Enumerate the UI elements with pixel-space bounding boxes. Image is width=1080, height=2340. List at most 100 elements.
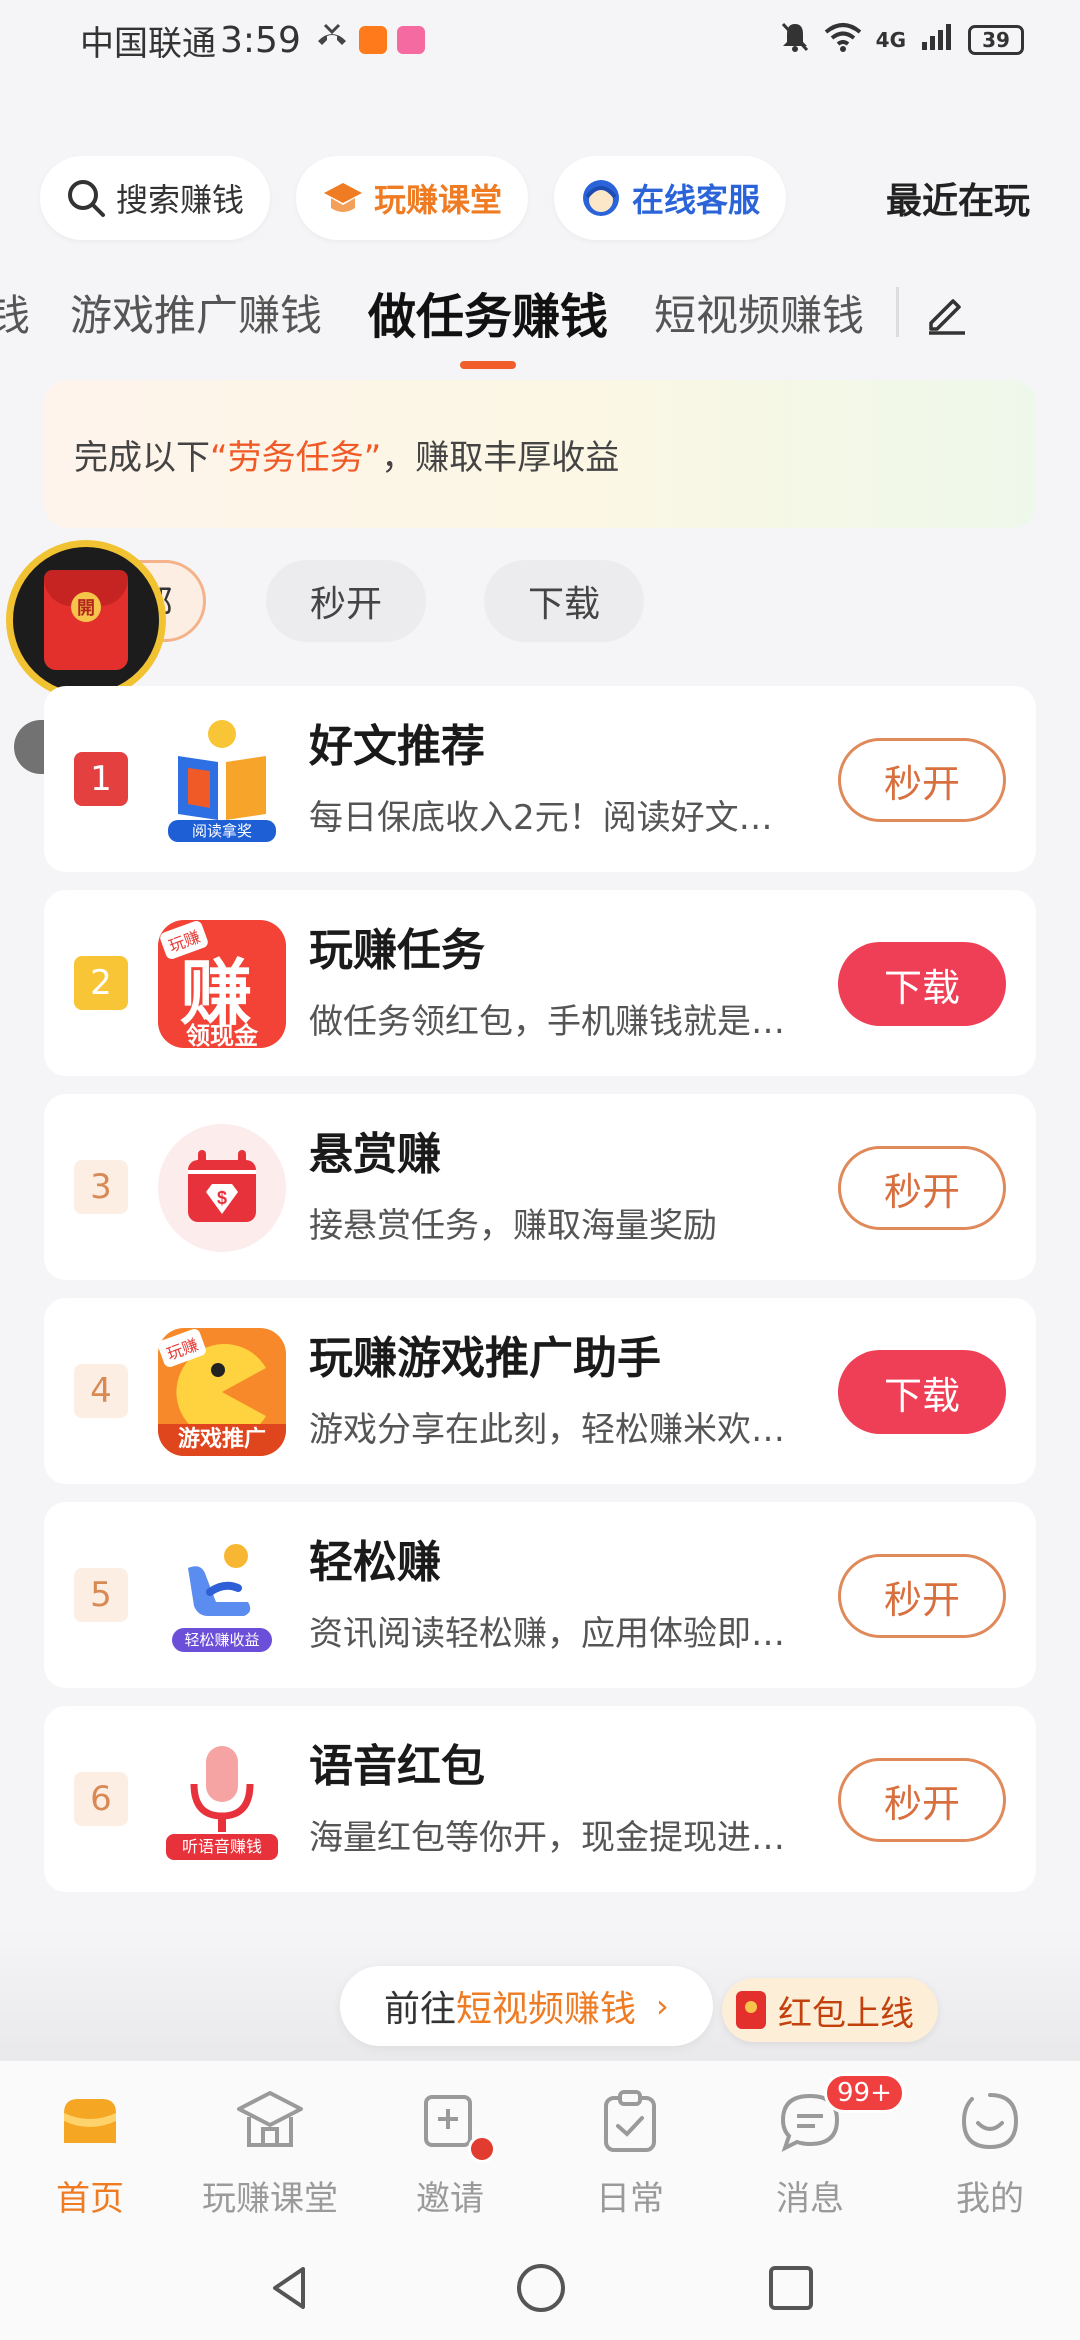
- search-earn-button[interactable]: 搜索赚钱: [40, 156, 271, 240]
- system-navigation-bar: [0, 2240, 1080, 2340]
- bounty-calendar-icon: $: [158, 1124, 286, 1252]
- nav-profile[interactable]: 我的: [900, 2061, 1080, 2240]
- nav-daily[interactable]: 日常: [540, 2061, 720, 2240]
- item-description: 资讯阅读轻松赚，应用体验即…: [309, 1614, 785, 1654]
- icon-caption: 轻松赚收益: [184, 1631, 260, 1649]
- icon-caption: 听语音赚钱: [181, 1837, 262, 1856]
- download-button[interactable]: 下载: [838, 1350, 1006, 1434]
- instant-open-button[interactable]: 秒开: [838, 1758, 1006, 1842]
- red-envelope-glyph: 開: [71, 592, 101, 622]
- nav-profile-label: 我的: [956, 2179, 1024, 2219]
- online-service-label: 在线客服: [632, 181, 761, 219]
- list-item[interactable]: 5 轻松赚收益 轻松赚 资讯阅读轻松赚，应用体验即… 秒开: [44, 1502, 1036, 1688]
- wifi-icon: [824, 22, 862, 59]
- network-type: 4G: [875, 28, 906, 52]
- status-bar: 中国联通 3:59 4G 39: [0, 0, 1080, 80]
- nav-message-label: 消息: [776, 2179, 844, 2219]
- instant-open-button[interactable]: 秒开: [838, 1554, 1006, 1638]
- go-to-short-video-bar[interactable]: 前往 短视频赚钱 ›: [340, 1966, 713, 2046]
- chip-instant[interactable]: 秒开: [266, 560, 426, 642]
- list-item[interactable]: 6 听语音赚钱 语音红包 海量红包等你开，现金提现进… 秒开: [44, 1706, 1036, 1892]
- easy-earn-icon: 轻松赚收益: [158, 1532, 286, 1660]
- daily-icon: [600, 2081, 660, 2161]
- search-icon: [66, 178, 106, 218]
- tab-do-tasks[interactable]: 做任务赚钱: [368, 277, 608, 347]
- online-service-button[interactable]: 在线客服: [554, 156, 787, 240]
- headset-icon: [580, 177, 622, 219]
- list-item[interactable]: 2 玩赚 赚 领现金 玩赚任务 做任务领红包，手机赚钱就是… 下载: [44, 890, 1036, 1076]
- item-title: 玩赚任务: [309, 925, 485, 976]
- chevron-right-icon: ›: [656, 1987, 669, 2025]
- red-envelope-icon: [736, 1991, 766, 2029]
- chip-instant-label: 秒开: [309, 584, 382, 625]
- graduation-cap-icon: [322, 180, 364, 216]
- svg-text:$: $: [217, 1188, 227, 1208]
- banner-suffix: ，赚取丰厚收益: [381, 437, 620, 478]
- rank-badge: 6: [74, 1772, 128, 1826]
- profile-icon: [958, 2081, 1022, 2161]
- rank-badge: 1: [74, 752, 128, 806]
- rank-badge: 5: [74, 1568, 128, 1622]
- instant-open-button[interactable]: 秒开: [838, 1146, 1006, 1230]
- invite-notification-dot: [468, 2135, 496, 2163]
- nav-home-label: 首页: [56, 2179, 124, 2219]
- nav-course[interactable]: 玩赚课堂: [180, 2061, 360, 2240]
- item-title: 好文推荐: [309, 721, 485, 772]
- nav-invite[interactable]: 邀请: [360, 2061, 540, 2240]
- item-title: 语音红包: [309, 1741, 485, 1792]
- item-description: 海量红包等你开，现金提现进…: [309, 1818, 785, 1858]
- bottom-navigation: 首页 玩赚课堂 邀请 日常 99+ 消息 我的: [0, 2060, 1080, 2240]
- item-description: 每日保底收入2元！阅读好文…: [309, 798, 773, 838]
- tab-previous-partial[interactable]: 钱: [0, 282, 30, 343]
- download-button[interactable]: 下载: [838, 942, 1006, 1026]
- icon-caption: 阅读拿奖: [191, 822, 252, 840]
- list-item[interactable]: 3 $ 悬赏赚 接悬赏任务，赚取海量奖励 秒开: [44, 1094, 1036, 1280]
- item-description: 游戏分享在此刻，轻松赚米欢…: [309, 1410, 785, 1450]
- signal-icon: [920, 22, 954, 59]
- labor-task-banner: 完成以下 “劳务任务” ，赚取丰厚收益: [44, 380, 1036, 528]
- pink-app-icon: [396, 26, 425, 54]
- tab-divider: [896, 287, 900, 337]
- tab-short-video[interactable]: 短视频赚钱: [654, 282, 864, 343]
- icon-caption: 领现金: [186, 1022, 258, 1048]
- search-earn-label: 搜索赚钱: [116, 181, 245, 219]
- game-promotion-icon: 玩赚 游戏推广: [158, 1328, 286, 1456]
- banner-highlight: “劳务任务”: [210, 437, 382, 478]
- chip-download[interactable]: 下载: [484, 560, 644, 642]
- recently-played-link[interactable]: 最近在玩: [886, 172, 1040, 224]
- instant-open-button[interactable]: 秒开: [838, 738, 1006, 822]
- goto-prefix: 前往: [384, 1989, 457, 2030]
- floating-red-packet[interactable]: 開: [6, 540, 166, 700]
- home-icon: [58, 2081, 122, 2161]
- nav-invite-label: 邀请: [416, 2179, 484, 2219]
- unread-badge: 99+: [824, 2073, 905, 2113]
- taobao-app-icon: [358, 26, 387, 54]
- list-item[interactable]: 1 阅读拿奖 好文推荐 每日保底收入2元！阅读好文… 秒开: [44, 686, 1036, 872]
- home-circle-icon[interactable]: [515, 2262, 567, 2318]
- battery-indicator: 39: [968, 25, 1024, 55]
- item-title: 悬赏赚: [309, 1129, 441, 1180]
- red-packet-online-badge[interactable]: 红包上线: [722, 1978, 938, 2042]
- tab-game-promotion[interactable]: 游戏推广赚钱: [70, 282, 322, 343]
- rank-badge: 3: [74, 1160, 128, 1214]
- task-app-icon: 玩赚 赚 领现金: [158, 920, 286, 1048]
- list-item[interactable]: 4 玩赚 游戏推广 玩赚游戏推广助手 游戏分享在此刻，轻松赚米欢… 下载: [44, 1298, 1036, 1484]
- back-icon[interactable]: [265, 2263, 315, 2317]
- goto-highlight: 短视频赚钱: [456, 1989, 637, 2030]
- edit-icon[interactable]: [923, 289, 969, 335]
- missed-call-icon: [315, 20, 349, 60]
- recents-square-icon[interactable]: [767, 2264, 815, 2316]
- carrier-name: 中国联通: [80, 23, 216, 64]
- item-title: 玩赚游戏推广助手: [309, 1333, 661, 1384]
- item-description: 接悬赏任务，赚取海量奖励: [309, 1206, 717, 1246]
- mute-icon: [780, 21, 810, 60]
- clock: 3:59: [220, 19, 301, 61]
- nav-home[interactable]: 首页: [0, 2061, 180, 2240]
- rank-badge: 4: [74, 1364, 128, 1418]
- chip-download-label: 下载: [527, 584, 600, 625]
- course-button[interactable]: 玩赚课堂: [296, 156, 529, 240]
- nav-daily-label: 日常: [596, 2179, 664, 2219]
- nav-message[interactable]: 99+ 消息: [720, 2061, 905, 2240]
- item-description: 做任务领红包，手机赚钱就是…: [309, 1002, 785, 1042]
- course-label: 玩赚课堂: [374, 181, 503, 219]
